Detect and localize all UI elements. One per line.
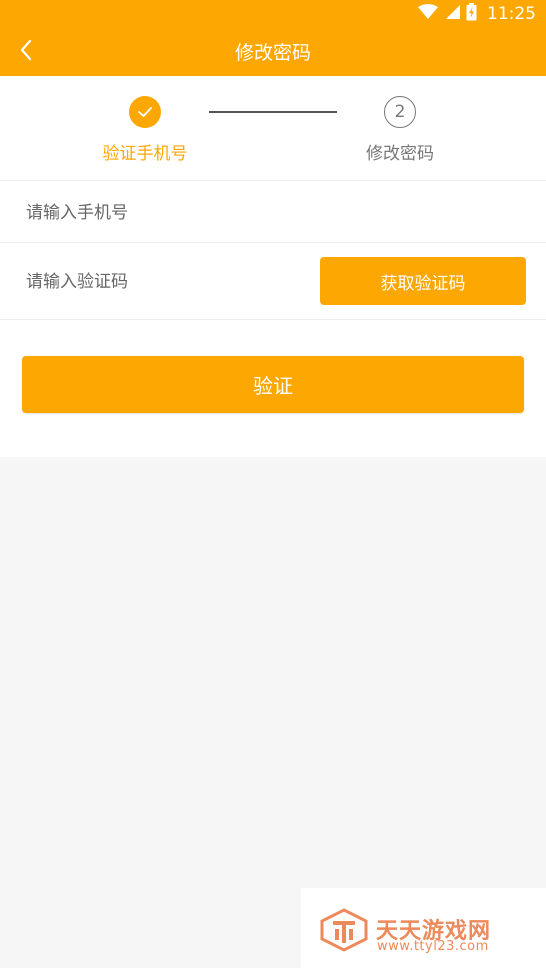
status-time: 11:25	[487, 4, 536, 24]
signal-icon	[444, 4, 460, 24]
status-bar: 11:25	[418, 0, 536, 28]
step-connector	[209, 111, 337, 113]
verify-button[interactable]: 验证	[22, 356, 524, 413]
step-2-number-badge: 2	[384, 96, 416, 128]
verify-form-panel: 2 验证手机号 修改密码 获取验证码 验证	[0, 76, 546, 457]
verification-code-input[interactable]	[26, 262, 306, 302]
phone-input[interactable]	[26, 193, 506, 233]
page-title: 修改密码	[234, 42, 311, 64]
watermark-url: www.ttyl23.com	[377, 939, 489, 954]
screen: 11:25 修改密码 2 验证手机号 修改密码 获取验证码 验证	[0, 0, 546, 968]
check-icon	[137, 103, 153, 122]
divider	[0, 319, 546, 320]
watermark-logo-icon	[319, 908, 369, 956]
wifi-icon	[418, 4, 438, 24]
step-1-label: 验证手机号	[102, 144, 188, 164]
step-2-label: 修改密码	[366, 144, 434, 164]
step-1-completed-badge	[129, 96, 161, 128]
divider	[0, 242, 546, 243]
app-header: 11:25 修改密码	[0, 0, 546, 76]
get-code-button[interactable]: 获取验证码	[320, 257, 526, 305]
divider	[0, 180, 546, 181]
watermark: 天天游戏网 www.ttyl23.com	[301, 888, 546, 968]
battery-icon	[466, 3, 477, 25]
